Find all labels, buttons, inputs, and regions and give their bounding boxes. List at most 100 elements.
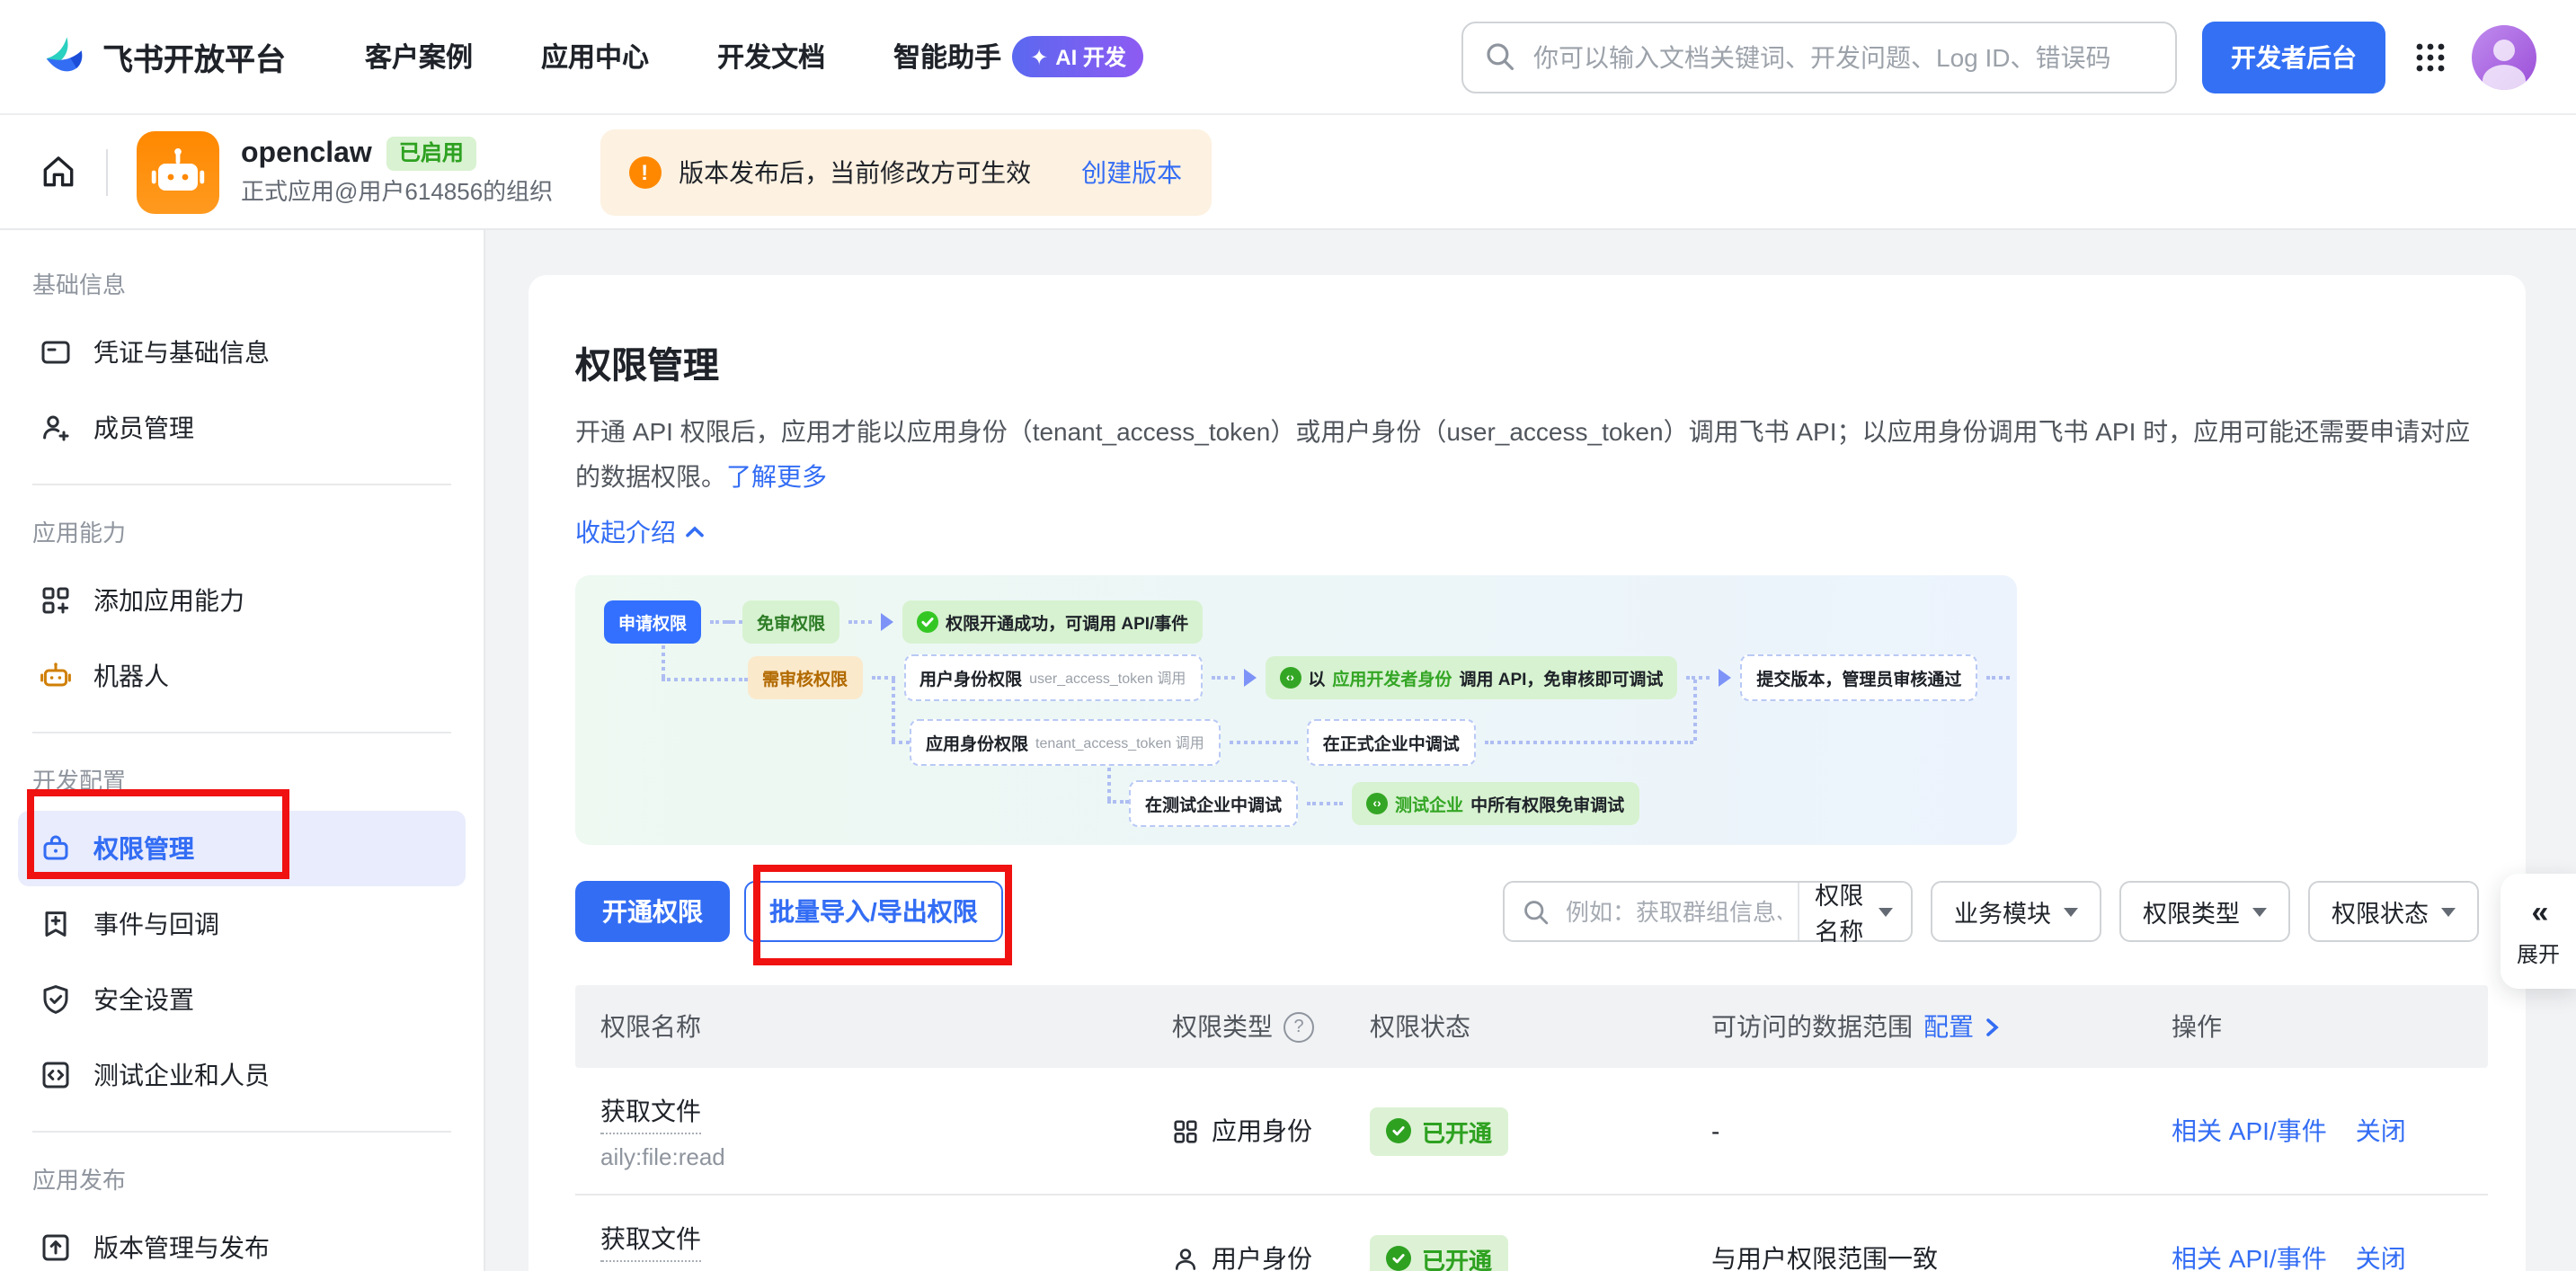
ai-dev-badge[interactable]: ✦AI 开发 [1012,36,1144,77]
tenant-identity-perm-node: 应用身份权限tenant_access_token 调用 [910,720,1221,767]
col-data-scope: 可访问的数据范围配置 [1708,1009,2168,1045]
status-label: 已开通 [1422,1115,1492,1149]
filter-permission-status[interactable]: 权限状态 [2308,882,2479,943]
sidebar: 基础信息 凭证与基础信息 成员管理 应用能力 添加应用能力 机器人 开发配置 权… [0,230,485,1271]
table-header: 权限名称 权限类型? 权限状态 可访问的数据范围配置 操作 [575,986,2488,1069]
app-grid-icon[interactable] [2414,40,2447,73]
sidebar-item-version-release[interactable]: 版本管理与发布 [18,1210,466,1271]
nav-item-assistant[interactable]: 智能助手 ✦AI 开发 [893,36,1144,77]
app-name: openclaw [241,137,372,173]
global-search[interactable] [1461,21,2177,93]
expand-panel-button[interactable]: « 展开 [2500,874,2576,989]
batch-import-export-button[interactable]: 批量导入/导出权限 [744,882,1003,943]
close-permission-link[interactable]: 关闭 [2356,1114,2406,1150]
sidebar-item-security[interactable]: 安全设置 [18,962,466,1037]
expand-label: 展开 [2517,938,2560,968]
sidebar-item-credentials[interactable]: 凭证与基础信息 [18,315,466,390]
scope-config-link[interactable]: 配置 [1923,1009,1974,1045]
table-row: 获取文件 aily:file:read 应用身份 已开通 - 相关 API/事件… [575,1069,2488,1196]
bookmark-plus-icon [40,908,72,940]
nav-menu: 客户案例 应用中心 开发文档 智能助手 ✦AI 开发 [365,36,1144,77]
sidebar-item-events[interactable]: 事件与回调 [18,886,466,962]
nav-item-cases[interactable]: 客户案例 [365,38,473,76]
sidebar-item-label: 凭证与基础信息 [93,334,270,370]
global-search-input[interactable] [1530,40,2154,73]
user-avatar[interactable] [2472,24,2536,89]
search-icon [1485,41,1515,72]
grid-plus-icon [40,584,72,617]
sidebar-section-devconfig: 开发配置 [18,751,466,811]
permission-search-input[interactable] [1562,897,1785,928]
col-permission-status: 权限状态 [1366,1009,1708,1045]
sidebar-section-release: 应用发布 [18,1151,466,1210]
status-badge: 已启用 [386,138,476,172]
alert-text: 版本发布后，当前修改方可生效 [679,154,1031,190]
brand[interactable]: 飞书开放平台 [40,33,286,80]
sidebar-item-label: 机器人 [93,658,169,694]
apply-permission-node: 申请权限 [604,601,701,644]
status-label: 已开通 [1422,1242,1492,1271]
status-badge-open: 已开通 [1370,1107,1508,1156]
test-green: 测试企业 [1395,792,1463,817]
filter-business-module[interactable]: 业务模块 [1931,882,2101,943]
ai-dev-badge-label: AI 开发 [1055,41,1126,72]
question-circle-icon[interactable]: ? [1284,1012,1314,1043]
sidebar-item-bot[interactable]: 机器人 [18,638,466,714]
filter-business-module-label: 业务模块 [1954,894,2051,930]
cell-data-scope: 与用户权限范围一致 [1708,1241,2168,1271]
page: 飞书开放平台 客户案例 应用中心 开发文档 智能助手 ✦AI 开发 开发者后台 [0,0,2576,1271]
cell-permission-type: 应用身份 [1168,1114,1366,1150]
collapse-intro-link[interactable]: 收起介绍 [575,515,705,551]
check-circle-icon [1386,1119,1411,1144]
cell-data-scope: - [1708,1117,2168,1146]
dev-call-node: ‹›以应用开发者身份调用 API，免审核即可调试 [1265,657,1677,700]
permission-table: 权限名称 权限类型? 权限状态 可访问的数据范围配置 操作 获取文件 aily:… [575,986,2488,1271]
home-icon[interactable] [40,153,77,191]
sidebar-item-permissions[interactable]: 权限管理 [18,811,466,886]
cell-permission-name: 获取文件 aily:file:read [575,1221,1168,1271]
robot-icon [40,660,72,692]
app-icon [137,130,219,213]
user-identity-icon [1172,1246,1199,1271]
learn-more-link[interactable]: 了解更多 [726,462,827,491]
sidebar-item-members[interactable]: 成员管理 [18,390,466,466]
submit-version-node: 提交版本，管理员审核通过 [1740,655,1977,702]
col-permission-type: 权限类型? [1168,1009,1366,1045]
sidebar-item-label: 添加应用能力 [93,582,244,618]
app-meta: openclaw 已启用 正式应用@用户614856的组织 [241,137,553,208]
create-version-link[interactable]: 创建版本 [1081,154,1182,190]
open-permission-button[interactable]: 开通权限 [575,882,730,943]
permission-search[interactable]: 权限名称 [1503,882,1913,943]
related-api-link[interactable]: 相关 API/事件 [2172,1114,2327,1150]
sidebar-item-label: 版本管理与发布 [93,1230,270,1266]
nav-item-assistant-label: 智能助手 [893,38,1001,76]
divider [32,732,451,733]
filter-permission-type-label: 权限类型 [2143,894,2240,930]
success-node-1: 权限开通成功，可调用 API/事件 [902,601,1203,644]
cell-permission-status: 已开通 [1366,1235,1708,1271]
close-permission-link[interactable]: 关闭 [2356,1241,2406,1271]
nav-item-appcenter[interactable]: 应用中心 [541,38,649,76]
filter-permission-name[interactable]: 权限名称 [1811,876,1893,948]
sidebar-section-capability: 应用能力 [18,503,466,563]
diagram-row-3: 应用身份权限tenant_access_token 调用 在正式企业中调试 [910,720,1476,767]
feishu-logo-icon [40,33,86,80]
sidebar-item-test-company[interactable]: 测试企业和人员 [18,1037,466,1113]
version-alert-banner: ! 版本发布后，当前修改方可生效 创建版本 [600,129,1211,215]
success-node-1-label: 权限开通成功，可调用 API/事件 [946,610,1188,636]
nav-item-docs[interactable]: 开发文档 [717,38,825,76]
app-identity-icon [1172,1118,1199,1145]
search-icon [1523,899,1550,926]
divider [32,484,451,485]
sidebar-item-add-capability[interactable]: 添加应用能力 [18,563,466,638]
shield-check-icon [40,983,72,1016]
debug-test-node: 在测试企业中调试 [1129,781,1298,828]
id-card-icon [40,336,72,369]
sidebar-item-label: 成员管理 [93,410,194,446]
related-api-link[interactable]: 相关 API/事件 [2172,1241,2327,1271]
developer-console-button[interactable]: 开发者后台 [2202,21,2385,93]
chevron-down-icon [2252,909,2267,918]
toolbar: 开通权限 批量导入/导出权限 权限名称 业务模块 权限类型 权限状态 [575,882,2479,943]
filter-permission-type[interactable]: 权限类型 [2119,882,2290,943]
upload-box-icon [40,1231,72,1264]
